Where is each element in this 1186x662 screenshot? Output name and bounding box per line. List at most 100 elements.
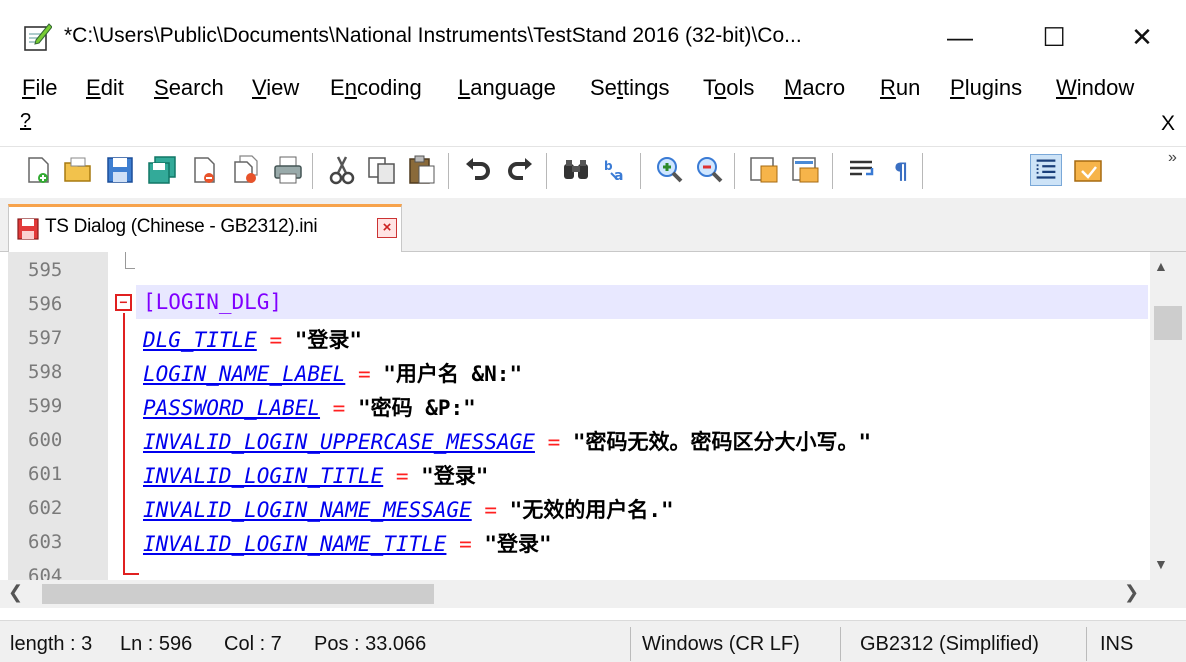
minimize-button[interactable]: — bbox=[930, 14, 990, 60]
menu-macro[interactable]: Macro bbox=[784, 75, 845, 101]
menu-encoding[interactable]: Encoding bbox=[330, 75, 422, 101]
line-number-gutter: 595 596 597 598 599 600 601 602 603 604 bbox=[8, 252, 108, 580]
find-icon[interactable] bbox=[560, 154, 592, 186]
text-editor[interactable]: 595 596 597 598 599 600 601 602 603 604 … bbox=[0, 252, 1186, 580]
scroll-right-icon[interactable]: ❯ bbox=[1124, 582, 1139, 603]
status-length: length : 3 bbox=[10, 633, 93, 655]
menu-settings[interactable]: Settings bbox=[590, 75, 670, 101]
ini-key: PASSWORD_LABEL bbox=[143, 396, 321, 420]
menu-help[interactable]: ? bbox=[20, 110, 31, 133]
toolbar: ba ¶ » bbox=[0, 146, 1186, 198]
zoom-in-icon[interactable] bbox=[654, 154, 686, 186]
scroll-up-icon[interactable]: ▲ bbox=[1154, 258, 1168, 274]
close-window-button[interactable]: ✕ bbox=[1112, 14, 1172, 60]
menu-view[interactable]: View bbox=[252, 75, 299, 101]
line-number: 599 bbox=[28, 395, 63, 417]
ini-key: INVALID_LOGIN_NAME_MESSAGE bbox=[143, 498, 472, 522]
code-line: INVALID_LOGIN_NAME_MESSAGE = "无效的用户名." bbox=[143, 494, 674, 524]
save-all-icon[interactable] bbox=[146, 154, 178, 186]
menu-window[interactable]: Window bbox=[1056, 75, 1134, 101]
svg-text:b: b bbox=[604, 159, 613, 173]
close-all-icon[interactable] bbox=[230, 154, 262, 186]
status-column: Col : 7 bbox=[224, 633, 282, 655]
menu-language[interactable]: Language bbox=[458, 75, 556, 101]
status-eol[interactable]: Windows (CR LF) bbox=[642, 633, 800, 656]
tab-bar: TS Dialog (Chinese - GB2312).ini × bbox=[0, 198, 1186, 252]
menu-plugins[interactable]: Plugins bbox=[950, 75, 1022, 101]
replace-icon[interactable]: ba bbox=[600, 154, 632, 186]
ini-value: "密码无效。密码区分大小写。" bbox=[572, 430, 872, 454]
menu-run[interactable]: Run bbox=[880, 75, 920, 101]
paste-icon[interactable] bbox=[406, 154, 438, 186]
line-number: 602 bbox=[28, 497, 63, 519]
document-tab[interactable]: TS Dialog (Chinese - GB2312).ini × bbox=[8, 204, 402, 252]
status-line: Ln : 596 bbox=[120, 633, 193, 655]
ini-operator: = bbox=[383, 464, 422, 488]
status-position: Pos : 33.066 bbox=[314, 633, 427, 655]
line-number: 598 bbox=[28, 361, 63, 383]
sync-horizontal-icon[interactable] bbox=[790, 154, 822, 186]
indent-guide-icon[interactable] bbox=[1030, 154, 1062, 186]
menu-bar: File Edit Search View Encoding Language … bbox=[0, 72, 1186, 146]
toolbar-overflow-chevron[interactable]: » bbox=[1168, 149, 1177, 167]
close-tab-icon[interactable]: × bbox=[377, 218, 397, 238]
scroll-down-icon[interactable]: ▼ bbox=[1154, 556, 1168, 572]
scroll-left-icon[interactable]: ❮ bbox=[8, 582, 23, 603]
cut-icon[interactable] bbox=[326, 154, 358, 186]
horizontal-scroll-thumb[interactable] bbox=[42, 584, 434, 604]
code-line: DLG_TITLE = "登录" bbox=[143, 324, 362, 354]
vertical-scroll-thumb[interactable] bbox=[1154, 306, 1182, 340]
ini-operator: = bbox=[256, 328, 295, 352]
ini-operator: = bbox=[534, 430, 573, 454]
print-icon[interactable] bbox=[272, 154, 304, 186]
fold-collapse-icon[interactable]: − bbox=[115, 294, 132, 311]
vertical-scrollbar[interactable] bbox=[1150, 252, 1186, 580]
undo-icon[interactable] bbox=[462, 154, 494, 186]
code-line: LOGIN_NAME_LABEL = "用户名 &N:" bbox=[143, 358, 522, 388]
sync-vertical-icon[interactable] bbox=[748, 154, 780, 186]
ini-key: LOGIN_NAME_LABEL bbox=[143, 362, 346, 386]
line-number: 597 bbox=[28, 327, 63, 349]
title-bar: *C:\Users\Public\Documents\National Inst… bbox=[0, 0, 1186, 72]
menu-tools[interactable]: Tools bbox=[703, 75, 754, 101]
code-line: INVALID_LOGIN_TITLE = "登录" bbox=[143, 460, 488, 490]
ini-operator: = bbox=[345, 362, 384, 386]
close-icon[interactable] bbox=[188, 154, 220, 186]
scroll-corner bbox=[1150, 580, 1186, 608]
ini-value: "登录" bbox=[484, 532, 552, 556]
section-header: [LOGIN_DLG] bbox=[143, 290, 283, 314]
copy-icon[interactable] bbox=[366, 154, 398, 186]
folder-as-workspace-icon[interactable] bbox=[1072, 154, 1104, 186]
code-line: PASSWORD_LABEL = "密码 &P:" bbox=[143, 392, 476, 422]
window-title: *C:\Users\Public\Documents\National Inst… bbox=[64, 24, 802, 47]
code-line: INVALID_LOGIN_NAME_TITLE = "登录" bbox=[143, 528, 552, 558]
close-document-button[interactable]: X bbox=[1161, 112, 1175, 136]
zoom-out-icon[interactable] bbox=[694, 154, 726, 186]
new-file-icon[interactable] bbox=[22, 154, 54, 186]
ini-key: INVALID_LOGIN_NAME_TITLE bbox=[143, 532, 447, 556]
ini-operator: = bbox=[446, 532, 485, 556]
ini-value: "无效的用户名." bbox=[509, 498, 674, 522]
redo-icon[interactable] bbox=[504, 154, 536, 186]
ini-operator: = bbox=[471, 498, 510, 522]
line-number: 600 bbox=[28, 429, 63, 451]
menu-edit[interactable]: Edit bbox=[86, 75, 124, 101]
current-line-highlight bbox=[136, 285, 1148, 319]
status-encoding[interactable]: GB2312 (Simplified) bbox=[860, 633, 1039, 656]
menu-file[interactable]: File bbox=[22, 75, 57, 101]
status-insert-mode[interactable]: INS bbox=[1100, 633, 1133, 656]
line-number: 603 bbox=[28, 531, 63, 553]
maximize-button[interactable]: ☐ bbox=[1024, 14, 1084, 60]
menu-search[interactable]: Search bbox=[154, 75, 224, 101]
line-number: 604 bbox=[28, 565, 63, 580]
word-wrap-icon[interactable] bbox=[846, 154, 878, 186]
fold-end-marker bbox=[123, 573, 139, 575]
previous-fold-end bbox=[125, 252, 126, 268]
notepad-app-icon bbox=[24, 23, 52, 51]
svg-text:¶: ¶ bbox=[894, 160, 908, 185]
ini-value: "登录" bbox=[421, 464, 489, 488]
save-icon[interactable] bbox=[104, 154, 136, 186]
show-all-characters-icon[interactable]: ¶ bbox=[886, 154, 918, 186]
open-file-icon[interactable] bbox=[62, 154, 94, 186]
ini-operator: = bbox=[320, 396, 358, 420]
